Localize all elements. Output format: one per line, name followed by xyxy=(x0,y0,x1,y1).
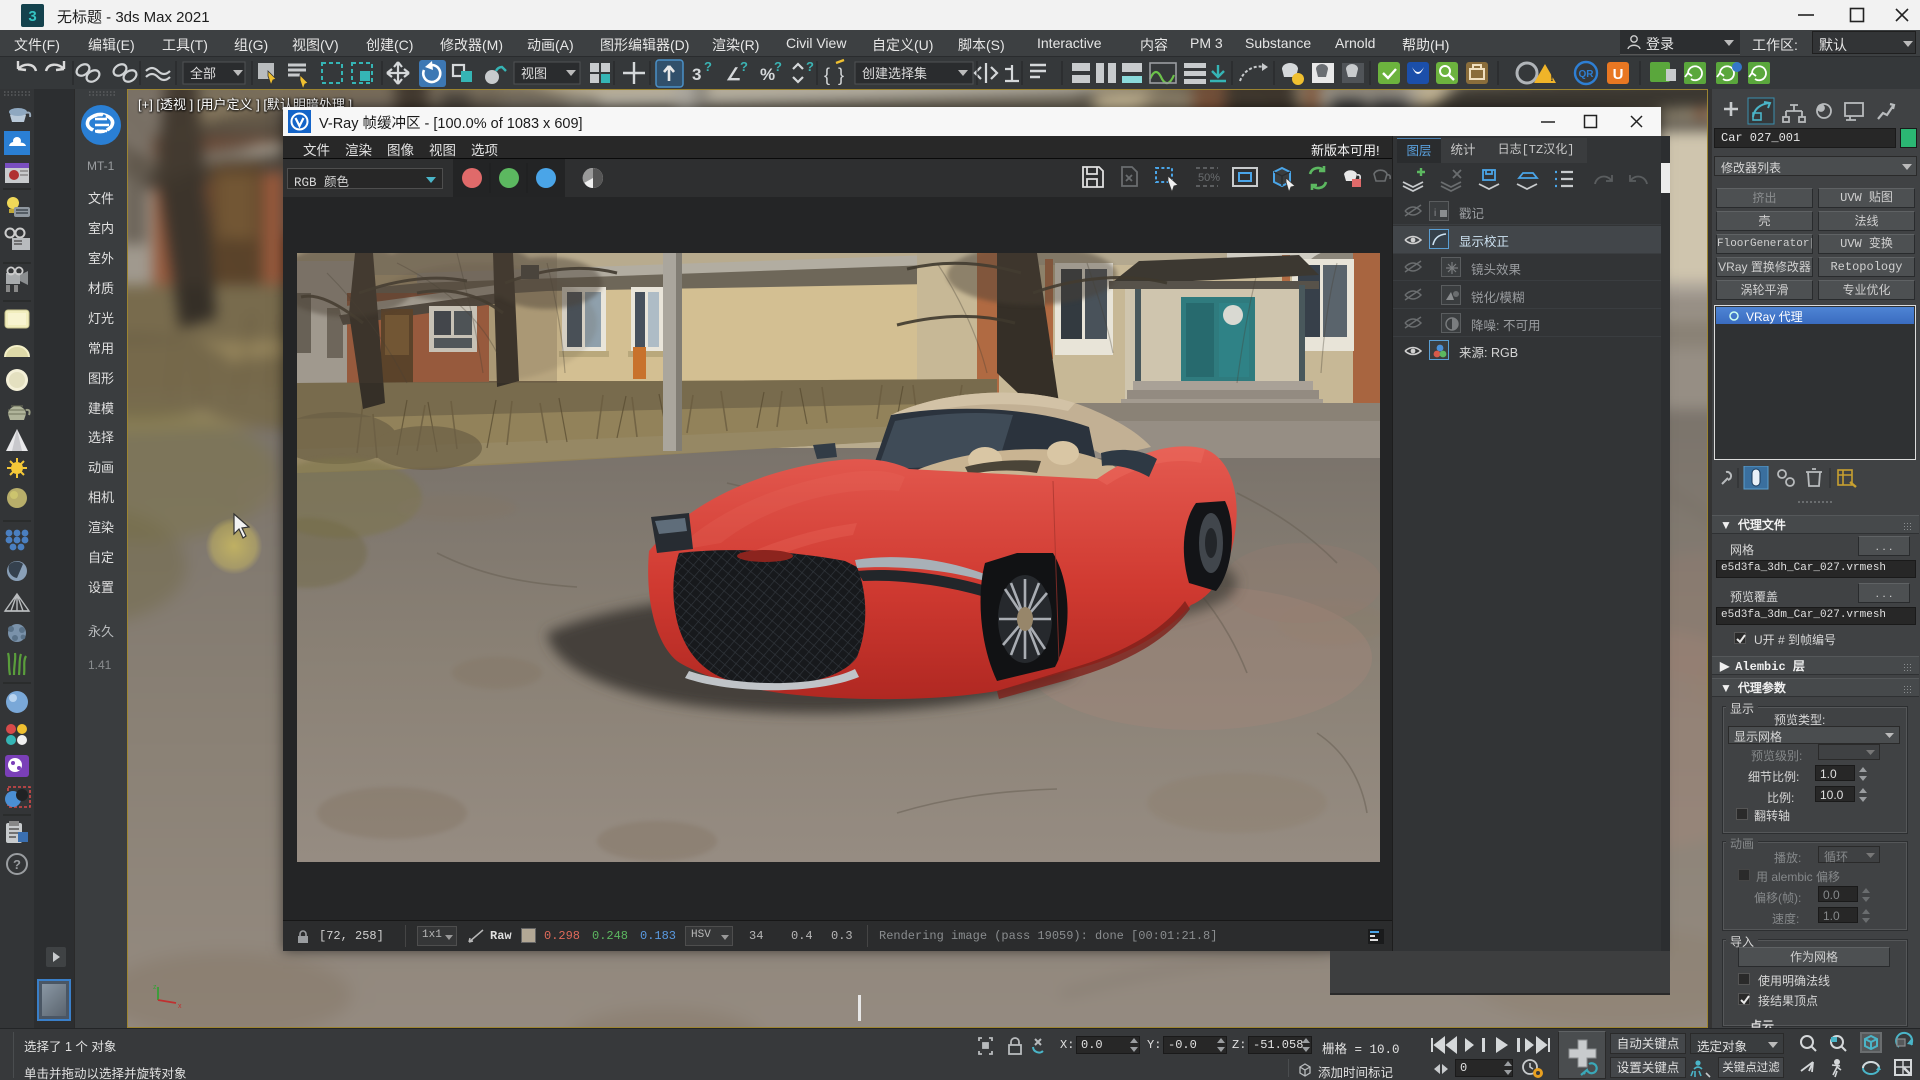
svg-text:}: } xyxy=(838,65,844,85)
svg-text:50%: 50% xyxy=(1198,172,1220,184)
svg-text:U: U xyxy=(1613,66,1624,83)
svg-text:全部: 全部 xyxy=(190,66,216,81)
svg-text:视图: 视图 xyxy=(521,66,547,81)
svg-text:{: { xyxy=(824,65,830,85)
svg-text:!: ! xyxy=(1550,72,1554,84)
svg-text:x: x xyxy=(178,1003,182,1008)
svg-text:z: z xyxy=(153,984,157,991)
svg-text:3: 3 xyxy=(692,65,701,84)
svg-text:?: ? xyxy=(704,59,712,74)
svg-text:%: % xyxy=(760,65,775,84)
svg-text:?: ? xyxy=(13,857,21,872)
svg-text:QR: QR xyxy=(1579,69,1595,80)
svg-text:3: 3 xyxy=(28,8,36,25)
svg-text:?: ? xyxy=(774,59,782,74)
svg-text:?: ? xyxy=(740,59,748,74)
svg-text:创建选择集: 创建选择集 xyxy=(862,66,927,81)
svg-text:?: ? xyxy=(806,59,814,74)
svg-text:i: i xyxy=(1434,208,1436,219)
svg-text:∠: ∠ xyxy=(726,65,741,84)
